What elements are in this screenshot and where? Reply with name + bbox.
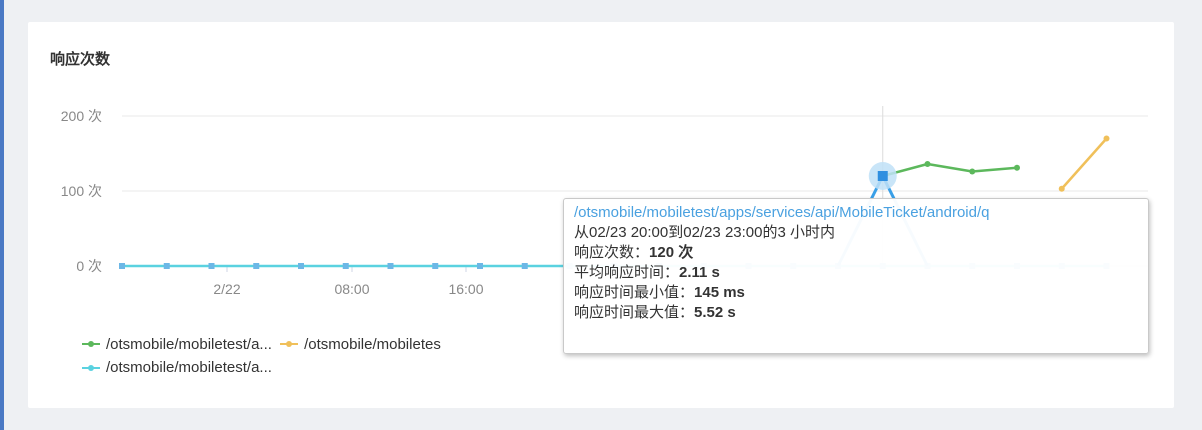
chart-tooltip: /otsmobile/mobiletest/apps/services/api/… — [563, 198, 1149, 354]
data-point[interactable] — [342, 263, 349, 269]
tooltip-max-time: 响应时间最大值：5.52 s — [574, 304, 736, 321]
tooltip-time-range: 从02/23 20:00到02/23 23:00的3 小时内 — [574, 224, 835, 241]
data-point[interactable] — [298, 263, 304, 269]
legend-marker-cyan — [82, 364, 100, 372]
tooltip-max-value: 5.52 s — [694, 304, 736, 321]
data-point[interactable] — [208, 263, 215, 269]
data-point[interactable] — [163, 263, 170, 269]
legend-marker-green — [82, 340, 100, 348]
data-point[interactable] — [924, 161, 931, 167]
tooltip-min-value: 145 ms — [694, 284, 745, 301]
data-point[interactable] — [969, 168, 976, 175]
chart-legend: /otsmobile/mobiletest/a... /otsmobile/mo… — [82, 332, 445, 379]
y-tick-label: 200 次 — [61, 108, 102, 124]
highlight-marker[interactable] — [877, 171, 888, 181]
legend-marker-yellow — [280, 340, 299, 348]
tooltip-min-time: 响应时间最小值：145 ms — [574, 284, 745, 301]
data-point[interactable] — [387, 263, 394, 269]
data-point[interactable] — [253, 263, 260, 269]
tooltip-count-value: 120 次 — [649, 244, 694, 261]
y-axis: 200 次 100 次 0 次 — [61, 108, 102, 274]
legend-item-series-2[interactable]: /otsmobile/mobiletes — [280, 333, 441, 356]
x-tick-label: 08:00 — [334, 281, 369, 297]
series-line-2 — [1060, 137, 1108, 190]
x-tick-label: 16:00 — [448, 281, 483, 297]
data-point[interactable] — [119, 263, 125, 269]
y-tick-label: 100 次 — [61, 183, 102, 199]
legend-label: /otsmobile/mobiletest/a... — [106, 335, 272, 353]
legend-item-series-1[interactable]: /otsmobile/mobiletest/a... — [82, 333, 272, 356]
y-tick-label: 0 次 — [76, 258, 102, 274]
data-point[interactable] — [521, 263, 528, 269]
left-edge-bar — [0, 0, 4, 430]
x-tick-label: 2/22 — [213, 281, 240, 297]
tooltip-avg-value: 2.11 s — [679, 264, 720, 281]
data-point[interactable] — [1103, 135, 1110, 142]
data-point[interactable] — [477, 263, 483, 269]
tooltip-avg-time: 平均响应时间：2.11 s — [574, 264, 720, 281]
tooltip-api-path: /otsmobile/mobiletest/apps/services/api/… — [574, 204, 990, 221]
legend-label: /otsmobile/mobiletest/a... — [106, 359, 272, 376]
tooltip-count: 响应次数：120 次 — [574, 244, 694, 261]
series-line-1 — [882, 162, 1018, 178]
x-axis: 2/22 08:00 16:00 — [213, 266, 484, 297]
data-point[interactable] — [1014, 164, 1020, 171]
data-point[interactable] — [1058, 185, 1065, 192]
data-point[interactable] — [432, 263, 439, 269]
legend-item-series-3[interactable]: /otsmobile/mobiletest/a... — [82, 356, 272, 379]
legend-label: /otsmobile/mobiletes — [304, 335, 441, 353]
